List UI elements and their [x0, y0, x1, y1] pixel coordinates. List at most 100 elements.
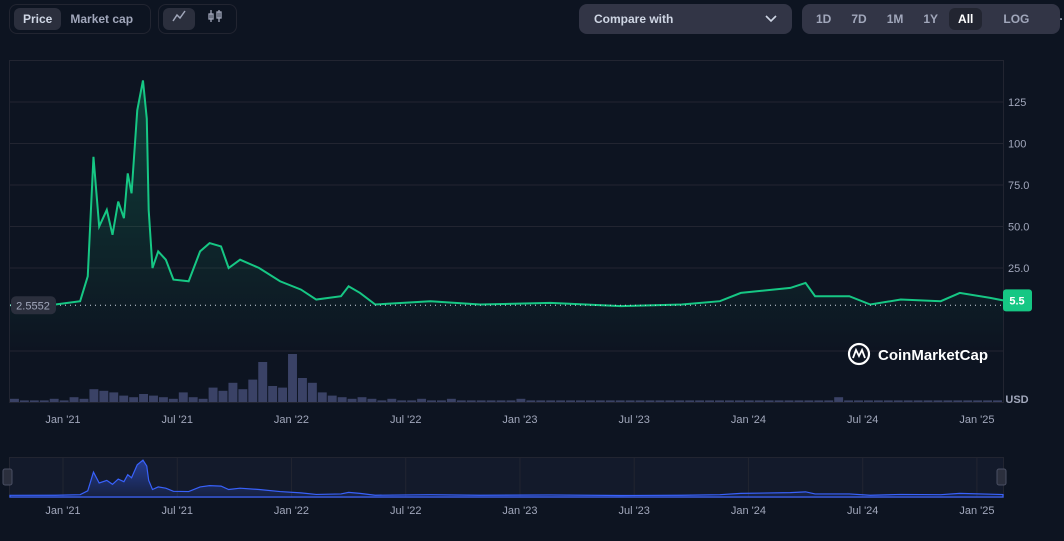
volume-bar [744, 400, 754, 402]
volume-bar [546, 400, 556, 402]
navigator-x-tick-label: Jan '21 [45, 505, 80, 517]
volume-bar [635, 400, 645, 402]
volume-bar [536, 400, 546, 402]
volume-bar [337, 397, 347, 402]
volume-bar [258, 362, 268, 402]
volume-bar [268, 386, 278, 402]
volume-bar [109, 392, 119, 402]
volume-bar [903, 400, 913, 402]
volume-bar [436, 400, 446, 402]
volume-bar [715, 400, 724, 402]
navigator-left-handle[interactable] [2, 468, 13, 486]
volume-bar [506, 400, 516, 402]
volume-bar [595, 400, 605, 402]
y-tick-label: 50.0 [1008, 222, 1029, 234]
volume-bar [963, 400, 973, 402]
volume-bar [69, 397, 79, 402]
volume-bar [387, 398, 397, 402]
volume-bar [466, 400, 476, 402]
x-tick-label: Jan '25 [959, 414, 994, 426]
volume-bar [615, 400, 625, 402]
volume-bar [784, 400, 794, 402]
volume-bar [149, 395, 158, 402]
volume-bar [317, 392, 327, 402]
volume-bar [645, 400, 655, 402]
volume-bar [228, 382, 238, 402]
volume-bar [705, 400, 715, 402]
navigator-x-tick-label: Jul '24 [847, 505, 878, 517]
volume-bar [29, 400, 39, 402]
navigator-x-tick-label: Jan '25 [959, 505, 994, 517]
volume-bar [983, 400, 993, 402]
price-chart[interactable]: 25.0 50.0 75.0 100 125 Jan '21 Jul '21 Jan '22 J… [0, 0, 1064, 541]
volume-bar [585, 400, 595, 402]
volume-bar [655, 400, 665, 402]
volume-bar [943, 400, 953, 402]
navigator-x-tick-label: Jul '21 [162, 505, 193, 517]
volume-bar [496, 400, 506, 402]
volume-bar [675, 400, 685, 402]
volume-bar [238, 389, 248, 402]
volume-bar [10, 398, 19, 402]
volume-bar [119, 395, 129, 402]
volume-bar [476, 400, 486, 402]
volume-bar [446, 398, 456, 402]
volume-bar [49, 398, 59, 402]
x-tick-label: Jul '24 [847, 414, 878, 426]
volume-bar [139, 394, 149, 402]
volume-bar [695, 400, 705, 402]
volume-bar [178, 392, 188, 402]
volume-bar [724, 400, 734, 402]
y-tick-label: 75.0 [1008, 180, 1029, 192]
navigator-x-tick-label: Jan '22 [274, 505, 309, 517]
volume-bar [754, 400, 764, 402]
navigator-right-handle[interactable] [996, 468, 1007, 486]
volume-bar [993, 400, 1002, 402]
volume-bar [218, 390, 228, 402]
volume-bar [168, 398, 178, 402]
volume-bar [89, 389, 99, 402]
volume-bar [605, 400, 615, 402]
volume-bar [794, 400, 804, 402]
volume-bar [774, 400, 784, 402]
y-tick-label: 100 [1008, 139, 1026, 151]
start-price-label: 2.5552 [16, 300, 50, 312]
volume-bar [804, 400, 814, 402]
x-tick-label: Jul '22 [390, 414, 421, 426]
volume-bar [158, 397, 168, 402]
volume-bar [834, 397, 844, 402]
volume-bar [486, 400, 496, 402]
volume-bar [377, 400, 387, 402]
x-tick-label: Jul '21 [162, 414, 193, 426]
volume-bar [198, 398, 208, 402]
volume-bar [208, 387, 218, 402]
volume-bar [19, 400, 29, 402]
volume-bar [129, 397, 139, 402]
volume-bar [347, 398, 357, 402]
currency-label: USD [1005, 394, 1028, 406]
volume-bar [844, 400, 854, 402]
volume-bar [893, 400, 903, 402]
volume-bar [427, 400, 436, 402]
volume-bar [923, 400, 933, 402]
volume-bar [854, 400, 863, 402]
volume-bar [526, 400, 536, 402]
y-tick-label: 25.0 [1008, 263, 1029, 275]
x-tick-label: Jan '23 [502, 414, 537, 426]
volume-bar [873, 400, 883, 402]
volume-bar [456, 400, 466, 402]
brand-text: CoinMarketCap [878, 347, 988, 364]
volume-bar [39, 400, 49, 402]
x-tick-label: Jan '22 [274, 414, 309, 426]
volume-bar [566, 400, 576, 402]
volume-bar [248, 379, 258, 402]
volume-bar [278, 387, 288, 402]
volume-bar [863, 400, 873, 402]
navigator-x-tick-label: Jan '23 [502, 505, 537, 517]
y-tick-label: 125 [1008, 97, 1026, 109]
navigator-x-tick-label: Jan '24 [731, 505, 766, 517]
volume-bar [814, 400, 824, 402]
volume-bar [933, 400, 943, 402]
volume-bar [417, 398, 427, 402]
volume-bar [734, 400, 744, 402]
